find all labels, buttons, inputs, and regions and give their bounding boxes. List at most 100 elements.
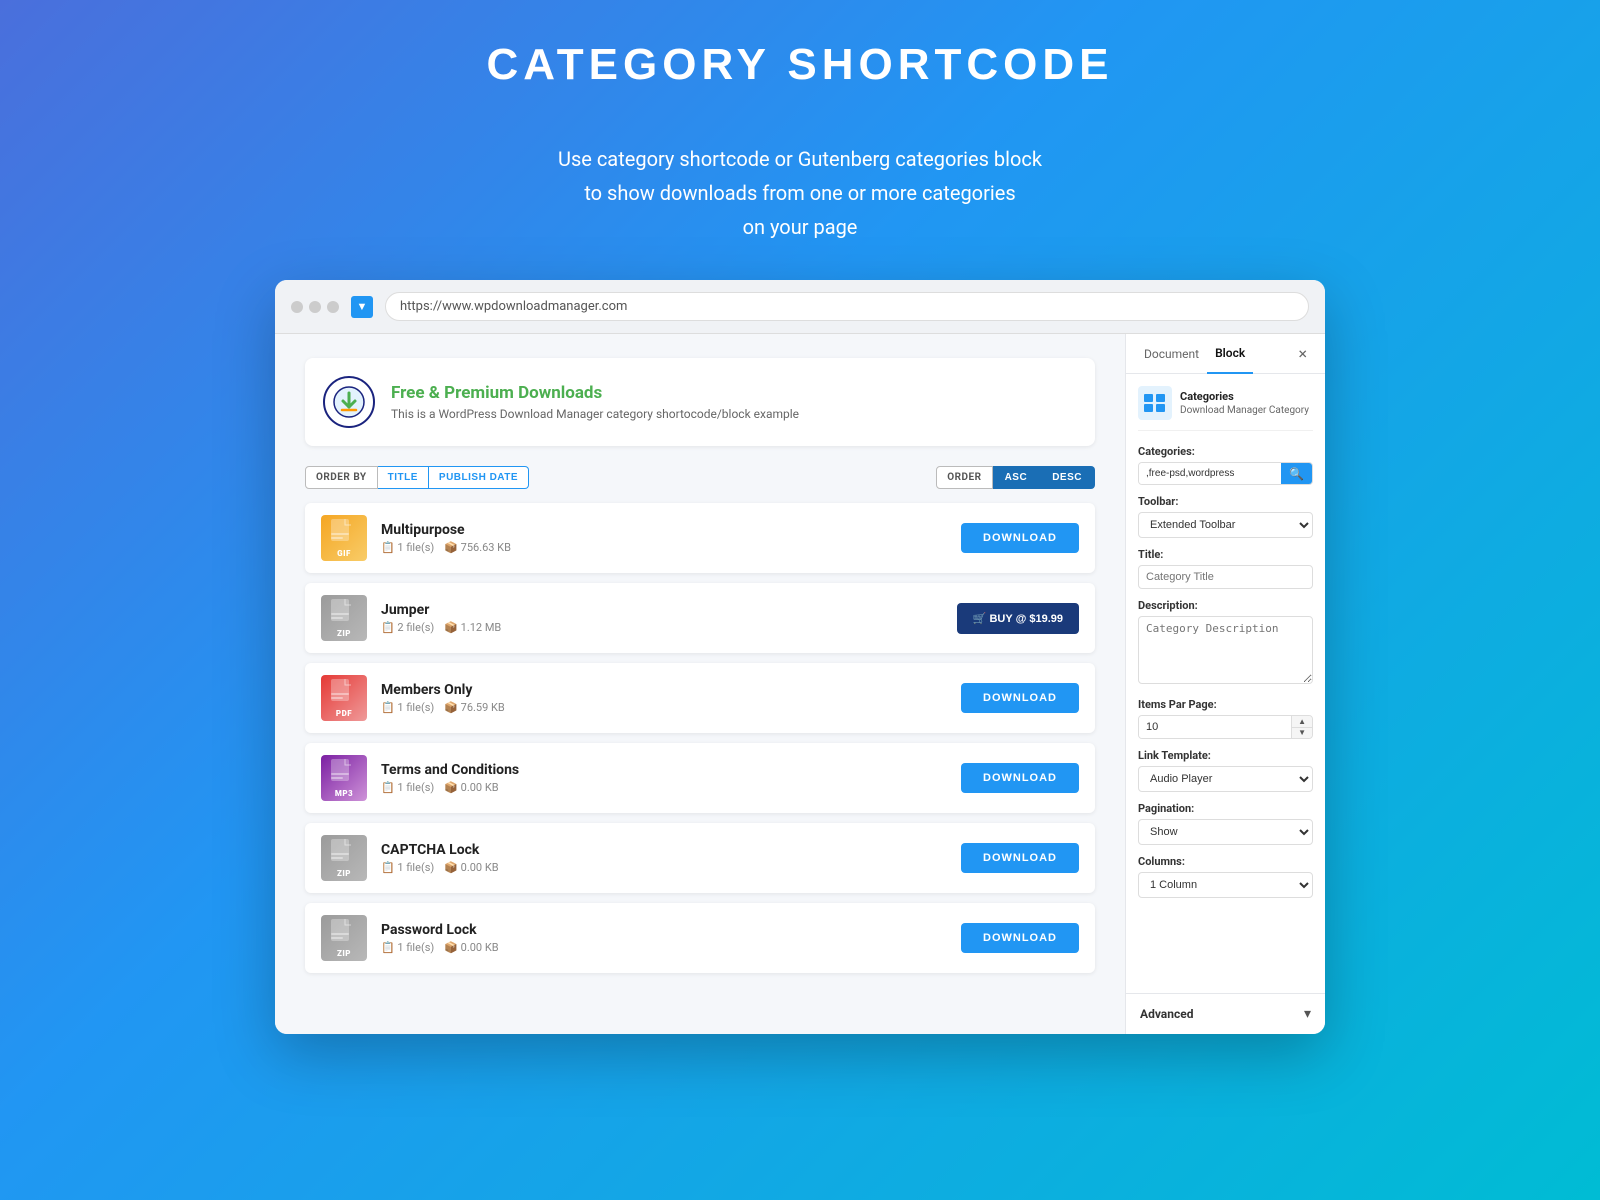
table-row: ZIP CAPTCHA Lock 📋 1 file(s)📦 0.00 KB DOWNL… [305,823,1095,893]
filter-publish-date-btn[interactable]: PUBLISH DATE [429,466,529,489]
item-info: CAPTCHA Lock 📋 1 file(s)📦 0.00 KB [381,842,947,874]
item-files: 📋 1 file(s) [381,541,434,554]
downloads-header: Free & Premium Downloads This is a WordP… [305,358,1095,446]
toolbar-select[interactable]: Extended Toolbar Simple Toolbar None [1138,512,1313,538]
asc-btn[interactable]: ASC [993,466,1041,489]
downloads-description: This is a WordPress Download Manager cat… [391,407,799,421]
item-icon: ZIP [321,915,367,961]
block-header: Categories Download Manager Category [1138,386,1313,431]
spinner-down[interactable]: ▼ [1292,728,1312,739]
panel-close-btn[interactable]: × [1290,336,1315,371]
description-field: Description: [1138,599,1313,688]
filter-title-btn[interactable]: TITLE [378,466,429,489]
title-input[interactable] [1138,565,1313,589]
item-files: 📋 1 file(s) [381,941,434,954]
advanced-section[interactable]: Advanced ▾ [1126,993,1325,1034]
file-icon [331,839,357,869]
download-button[interactable]: DOWNLOAD [961,843,1079,873]
item-icon: ZIP [321,835,367,881]
item-icon: ZIP [321,595,367,641]
categories-input[interactable] [1139,463,1281,484]
toolbar-field: Toolbar: Extended Toolbar Simple Toolbar… [1138,495,1313,538]
download-button[interactable]: DOWNLOAD [961,763,1079,793]
item-meta: 📋 1 file(s)📦 0.00 KB [381,861,947,874]
item-type-label: ZIP [321,949,367,958]
file-icon [331,919,357,949]
item-info: Jumper 📋 2 file(s)📦 1.12 MB [381,602,943,634]
item-type-label: PDF [321,709,367,718]
buy-button[interactable]: 🛒 BUY @ $19.99 [957,603,1079,634]
link-template-select[interactable]: Audio Player Default Box List [1138,766,1313,792]
item-type-label: MP3 [321,789,367,798]
downloads-title: Free & Premium Downloads [391,383,799,403]
items-per-page-field: Items Par Page: ▲ ▼ [1138,698,1313,739]
table-row: ZIP Password Lock 📋 1 file(s) 📦 0.00 KB DOWN… [305,903,1095,973]
right-panel: Document Block × [1125,334,1325,1034]
block-subtitle: Download Manager Category [1180,405,1309,416]
item-title: CAPTCHA Lock [381,842,947,858]
item-info: Terms and Conditions📋 1 file(s)📦 0.00 KB [381,762,947,794]
item-type-label: ZIP [321,629,367,638]
link-template-label: Link Template: [1138,749,1313,762]
block-title-group: Categories Download Manager Category [1180,390,1309,415]
pagination-select[interactable]: Show Hide [1138,819,1313,845]
columns-select[interactable]: 1 Column 2 Columns 3 Columns [1138,872,1313,898]
item-type-label: ZIP [321,869,367,878]
title-field: Title: [1138,548,1313,589]
item-size: 📦 0.00 KB [444,861,498,874]
order-by-label: ORDER BY [305,466,378,489]
advanced-label: Advanced [1140,1007,1193,1021]
download-button[interactable]: DOWNLOAD [961,923,1079,953]
item-type-label: GIF [321,549,367,558]
items-per-page-wrap: ▲ ▼ [1138,715,1313,739]
table-row: PDF Members Only📋 1 file(s)📦 76.59 KB DOWN… [305,663,1095,733]
filter-bar: ORDER BY TITLE PUBLISH DATE ORDER ASC DE… [305,466,1095,489]
browser-url-bar[interactable]: https://www.wpdownloadmanager.com [385,292,1309,321]
panel-tabs: Document Block × [1126,334,1325,374]
description-textarea[interactable] [1138,616,1313,684]
item-icon: PDF [321,675,367,721]
item-meta: 📋 2 file(s)📦 1.12 MB [381,621,943,634]
dot-minimize[interactable] [309,301,321,313]
item-title: Password Lock [381,922,947,938]
dot-maximize[interactable] [327,301,339,313]
dot-close[interactable] [291,301,303,313]
categories-icon [1144,394,1166,412]
tab-block[interactable]: Block [1207,334,1253,374]
categories-label: Categories: [1138,445,1313,458]
spinner-up[interactable]: ▲ [1292,716,1312,728]
table-row: MP3 Terms and Conditions📋 1 file(s)📦 0.00… [305,743,1095,813]
item-info: Multipurpose 📋 1 file(s) 📦 756.63 KB [381,522,947,554]
categories-search-btn[interactable]: 🔍 [1281,463,1312,484]
item-meta: 📋 1 file(s)📦 0.00 KB [381,781,947,794]
item-info: Members Only📋 1 file(s)📦 76.59 KB [381,682,947,714]
item-files: 📋 1 file(s) [381,781,434,794]
download-button[interactable]: DOWNLOAD [961,523,1079,553]
download-button[interactable]: DOWNLOAD [961,683,1079,713]
item-meta: 📋 1 file(s) 📦 756.63 KB [381,541,947,554]
chevron-down-icon: ▾ [1304,1006,1311,1022]
spinner-wrap: ▲ ▼ [1291,716,1312,738]
browser-chrome: ▼ https://www.wpdownloadmanager.com [275,280,1325,334]
description-label: Description: [1138,599,1313,612]
file-icon [331,599,357,629]
item-size: 📦 0.00 KB [444,941,498,954]
items-per-page-input[interactable] [1139,716,1291,738]
item-icon: MP3 [321,755,367,801]
logo-circle [323,376,375,428]
tab-document[interactable]: Document [1136,335,1207,373]
page-header: CATEGORY SHORTCODE Use category shortcod… [486,40,1113,244]
file-icon [331,759,357,789]
item-size: 📦 756.63 KB [444,541,511,554]
item-title: Multipurpose [381,522,947,538]
item-meta: 📋 1 file(s)📦 76.59 KB [381,701,947,714]
item-info: Password Lock 📋 1 file(s) 📦 0.00 KB [381,922,947,954]
desc-btn[interactable]: DESC [1040,466,1095,489]
categories-field: Categories: 🔍 [1138,445,1313,485]
item-title: Jumper [381,602,943,618]
pagination-label: Pagination: [1138,802,1313,815]
table-row: ZIP Jumper 📋 2 file(s)📦 1.12 MB 🛒 BUY @ $19… [305,583,1095,653]
items-per-page-label: Items Par Page: [1138,698,1313,711]
block-icon [1138,386,1172,420]
download-list: GIF Multipurpose 📋 1 file(s) 📦 756.63 KB DOW… [305,503,1095,973]
